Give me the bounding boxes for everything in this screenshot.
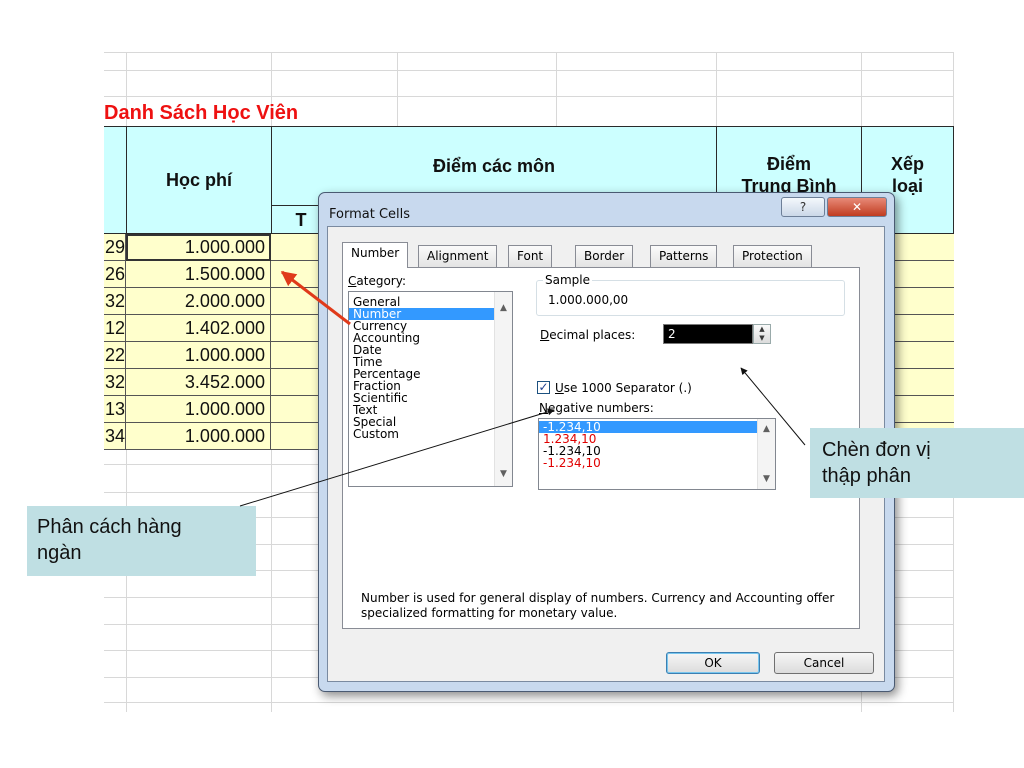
tab-patterns[interactable]: Patterns xyxy=(650,245,718,267)
accel-key: D xyxy=(540,328,550,342)
cell-score[interactable] xyxy=(271,369,321,396)
grid-line xyxy=(716,52,717,132)
cell-score[interactable] xyxy=(271,315,321,342)
cell-id[interactable]: 12 xyxy=(104,315,126,342)
format-cells-dialog: Format Cells ? ✕ Number Alignment Font B… xyxy=(318,192,895,692)
header-hoc-phi: Học phí xyxy=(126,126,272,234)
negative-numbers-list[interactable]: -1.234,10 1.234,10 -1.234,10 -1.234,10 ▲… xyxy=(538,418,776,490)
cell-fee[interactable]: 1.402.000 xyxy=(126,315,271,342)
cell-id[interactable]: 29 xyxy=(104,234,126,261)
tab-alignment[interactable]: Alignment xyxy=(418,245,498,267)
dialog-title: Format Cells xyxy=(329,207,411,222)
cell-score[interactable] xyxy=(271,234,321,261)
cell-score[interactable] xyxy=(271,423,321,450)
header-label: Xếp xyxy=(890,154,924,174)
cancel-button[interactable]: Cancel xyxy=(774,652,874,674)
grid-line xyxy=(104,96,954,97)
label-text: se 1000 Separator (.) xyxy=(563,381,692,395)
cell-id[interactable]: 13 xyxy=(104,396,126,423)
scroll-down-icon[interactable]: ▼ xyxy=(495,466,512,482)
cell-fee[interactable]: 2.000.000 xyxy=(126,288,271,315)
number-tab-panel: Category: General Number Currency Accoun… xyxy=(342,267,860,629)
scroll-up-icon[interactable]: ▲ xyxy=(758,421,775,437)
grid-line xyxy=(397,52,398,132)
use-1000-separator-label[interactable]: Use 1000 Separator (.) xyxy=(555,381,692,395)
callout-text: thập phân xyxy=(822,465,911,487)
accel-key: N xyxy=(539,401,548,415)
tab-border[interactable]: Border xyxy=(575,245,634,267)
scroll-down-icon[interactable]: ▼ xyxy=(758,471,775,487)
header-label: Điểm các môn xyxy=(432,156,556,176)
label-text: ecimal places: xyxy=(549,328,636,342)
cell-fee[interactable]: 3.452.000 xyxy=(126,369,271,396)
tab-number[interactable]: Number xyxy=(342,242,409,268)
label-text: egative numbers: xyxy=(547,401,654,415)
negative-numbers-label: Negative numbers: xyxy=(539,401,654,415)
callout-decimal: Chèn đơn vị thập phân xyxy=(810,428,1024,498)
cell-fee[interactable]: 1.000.000 xyxy=(126,342,271,369)
cell-fee[interactable]: 1.500.000 xyxy=(126,261,271,288)
scroll-up-icon[interactable]: ▲ xyxy=(495,300,512,316)
dialog-client-area: Number Alignment Font Border Patterns Pr… xyxy=(327,226,885,682)
cell-fee[interactable]: 1.000.000 xyxy=(126,396,271,423)
header-label: Điểm xyxy=(766,154,811,174)
cell-id[interactable]: 34 xyxy=(104,423,126,450)
use-1000-separator-checkbox[interactable]: ✓ xyxy=(537,381,550,394)
cell-id[interactable]: 26 xyxy=(104,261,126,288)
sample-label: Sample xyxy=(543,273,592,287)
header-label: loại xyxy=(891,176,923,196)
header-label: Học phí xyxy=(166,170,232,190)
cell-id[interactable]: 22 xyxy=(104,342,126,369)
sheet-title: Danh Sách Học Viên xyxy=(104,102,299,124)
spin-down-icon[interactable]: ▼ xyxy=(754,334,770,343)
close-button[interactable]: ✕ xyxy=(827,197,887,217)
header-cell-blank xyxy=(104,126,127,234)
list-item[interactable]: Custom xyxy=(349,428,512,440)
header-label: T xyxy=(295,209,307,230)
tab-protection[interactable]: Protection xyxy=(733,245,812,267)
cell-score[interactable] xyxy=(271,396,321,423)
help-icon: ? xyxy=(799,200,807,214)
category-label: Category: xyxy=(348,274,406,288)
cell-score[interactable] xyxy=(271,288,321,315)
negative-scrollbar[interactable]: ▲ ▼ xyxy=(757,419,775,489)
grid-line xyxy=(104,702,954,703)
grid-line xyxy=(104,52,954,53)
decimal-places-input[interactable]: 2 xyxy=(663,324,753,344)
label-text: ategory: xyxy=(356,274,406,288)
cell-score[interactable] xyxy=(271,261,321,288)
callout-separator: Phân cách hàng ngàn xyxy=(27,506,256,576)
decimal-places-label: Decimal places: xyxy=(540,328,635,342)
callout-text: Chèn đơn vị xyxy=(822,439,931,461)
callout-text: ngàn xyxy=(37,542,82,564)
sample-value: 1.000.000,00 xyxy=(548,293,629,307)
cell-id[interactable]: 32 xyxy=(104,288,126,315)
checkmark-icon: ✓ xyxy=(538,380,549,394)
category-description: Number is used for general display of nu… xyxy=(361,591,835,620)
spin-up-icon[interactable]: ▲ xyxy=(754,325,770,334)
tab-font[interactable]: Font xyxy=(508,245,553,267)
cell-fee[interactable]: 1.000.000 xyxy=(126,423,271,450)
category-scrollbar[interactable]: ▲ ▼ xyxy=(494,292,512,486)
cell-fee[interactable]: 1.000.000 xyxy=(126,234,271,261)
grid-line xyxy=(556,52,557,132)
ok-button[interactable]: OK xyxy=(666,652,760,674)
grid-line xyxy=(104,70,954,71)
close-icon: ✕ xyxy=(851,200,863,214)
accel-key: U xyxy=(555,381,564,395)
callout-text: Phân cách hàng xyxy=(37,516,182,538)
category-list[interactable]: General Number Currency Accounting Date … xyxy=(348,291,513,487)
cell-id[interactable]: 32 xyxy=(104,369,126,396)
cell-score[interactable] xyxy=(271,342,321,369)
decimal-places-stepper[interactable]: ▲ ▼ xyxy=(753,324,771,344)
list-item[interactable]: -1.234,10 xyxy=(539,457,775,469)
help-button[interactable]: ? xyxy=(781,197,825,217)
